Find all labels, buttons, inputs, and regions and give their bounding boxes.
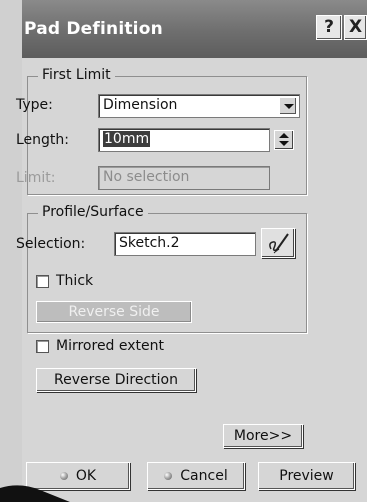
sketch-icon [269, 233, 289, 254]
limit-label: Limit: [16, 170, 56, 186]
limit-field: No selection [98, 166, 270, 190]
dialog-title: Pad Definition [24, 19, 163, 39]
ok-label: OK [75, 468, 97, 484]
type-value: Dimension [103, 97, 178, 113]
close-button[interactable]: X [344, 15, 367, 40]
cancel-label: Cancel [180, 468, 228, 484]
chevron-down-icon[interactable] [279, 97, 297, 115]
length-label: Length: [16, 132, 70, 148]
selection-field[interactable]: Sketch.2 [114, 232, 256, 256]
first-limit-legend: First Limit [38, 67, 115, 83]
mirrored-extent-label: Mirrored extent [56, 338, 165, 354]
mouse-cursor-icon [0, 485, 70, 502]
limit-value: No selection [103, 169, 190, 185]
length-field[interactable]: 10mm [98, 128, 270, 152]
length-value: 10mm [103, 131, 151, 147]
reverse-direction-button[interactable]: Reverse Direction [36, 368, 196, 392]
selection-label: Selection: [16, 236, 86, 252]
length-spinner[interactable] [274, 130, 294, 150]
preview-button[interactable]: Preview [258, 462, 355, 490]
spin-up-icon[interactable] [279, 133, 289, 138]
thick-label: Thick [56, 273, 94, 289]
sketcher-button[interactable] [261, 228, 295, 258]
thick-checkbox[interactable] [36, 275, 49, 288]
radio-dot-icon [164, 472, 173, 480]
more-button[interactable]: More>> [223, 424, 303, 448]
type-dropdown[interactable]: Dimension [98, 94, 300, 118]
type-label: Type: [16, 97, 53, 113]
cancel-button[interactable]: Cancel [147, 462, 245, 490]
pad-definition-dialog: Pad Definition ? X First Limit Type: Dim… [16, 0, 367, 502]
reverse-side-button: Reverse Side [36, 301, 192, 323]
mirrored-extent-checkbox[interactable] [36, 340, 49, 353]
selection-value: Sketch.2 [119, 235, 180, 251]
spin-down-icon[interactable] [279, 141, 289, 146]
help-button[interactable]: ? [316, 15, 342, 40]
title-bar[interactable]: Pad Definition ? X [22, 0, 367, 58]
profile-surface-legend: Profile/Surface [38, 204, 148, 220]
